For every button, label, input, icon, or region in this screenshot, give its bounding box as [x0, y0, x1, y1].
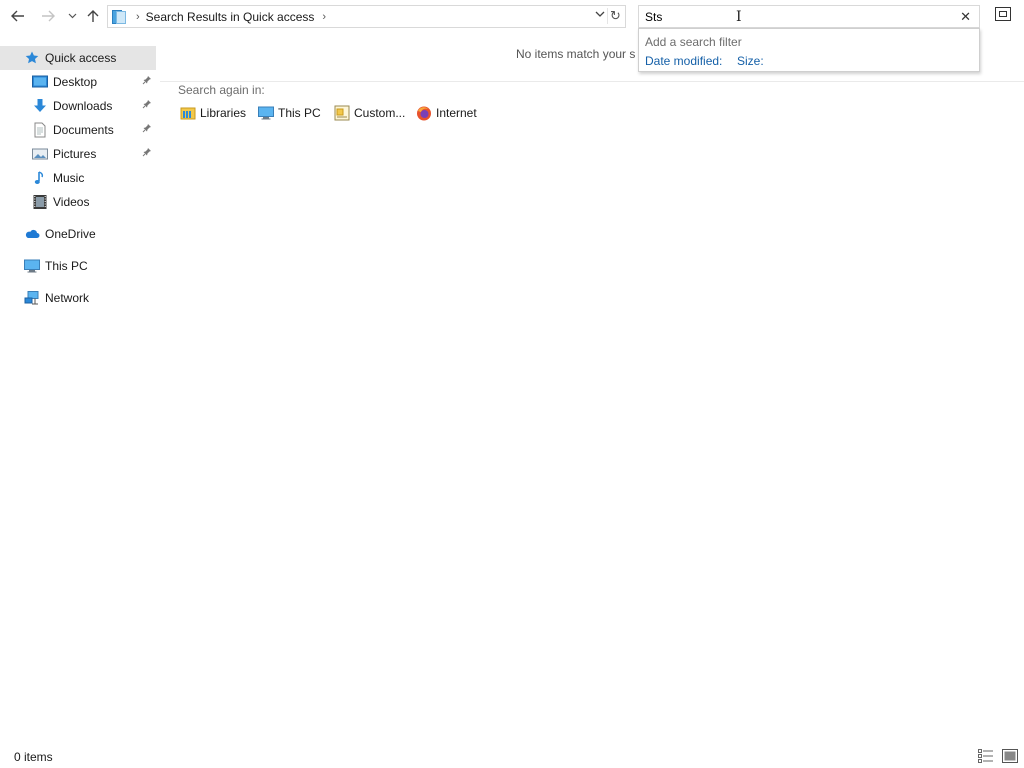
nav-item-downloads[interactable]: Downloads	[0, 94, 156, 118]
libraries-icon	[180, 105, 196, 121]
breadcrumb-separator-icon[interactable]: ›	[136, 11, 140, 23]
search-again-label: Search again in:	[178, 83, 265, 97]
clear-search-icon[interactable]: ✕	[960, 9, 971, 25]
document-icon	[32, 122, 48, 138]
nav-item-music[interactable]: Music	[0, 166, 156, 190]
search-filter-title: Add a search filter	[645, 35, 742, 49]
film-strip-icon	[32, 194, 48, 210]
search-results-folder-icon	[112, 9, 128, 24]
star-icon	[24, 50, 40, 66]
large-icons-view-icon[interactable]	[1002, 749, 1018, 763]
search-again-internet[interactable]: Internet	[416, 105, 477, 121]
address-bar[interactable]: › Search Results in Quick access › ↻	[107, 5, 626, 28]
search-input-value[interactable]: Sts	[645, 10, 662, 24]
item-count: 0 items	[14, 750, 53, 764]
pictures-icon	[32, 146, 48, 162]
search-input[interactable]: Sts I ✕	[638, 5, 980, 28]
search-again-item-label: This PC	[278, 106, 321, 120]
text-cursor-icon: I	[736, 9, 742, 25]
forward-arrow-icon[interactable]	[38, 6, 58, 26]
nav-label: Network	[45, 291, 90, 305]
nav-item-videos[interactable]: Videos	[0, 190, 156, 214]
firefox-icon	[416, 105, 432, 121]
nav-label: Videos	[53, 195, 90, 209]
nav-label: Music	[53, 171, 85, 185]
window-restore-icon[interactable]	[995, 7, 1013, 23]
network-icon	[24, 290, 40, 306]
nav-item-network[interactable]: Network	[0, 286, 156, 310]
back-arrow-icon[interactable]	[8, 6, 28, 26]
filter-date-modified[interactable]: Date modified:	[645, 54, 722, 68]
navigation-pane: Quick access Desktop Downloads Documents	[0, 46, 160, 736]
breadcrumb-chevron-icon[interactable]: ›	[322, 11, 326, 23]
cloud-icon	[24, 226, 40, 242]
nav-item-quick-access[interactable]: Quick access	[0, 46, 156, 70]
details-view-icon[interactable]	[978, 749, 994, 763]
divider	[160, 81, 1024, 82]
nav-label: Downloads	[53, 99, 113, 113]
search-again-libraries[interactable]: Libraries	[180, 105, 246, 121]
nav-label: Quick access	[45, 51, 117, 65]
refresh-icon[interactable]: ↻	[607, 8, 623, 24]
nav-label: Pictures	[53, 147, 97, 161]
pin-icon[interactable]	[142, 99, 152, 112]
nav-item-onedrive[interactable]: OneDrive	[0, 222, 156, 246]
nav-item-this-pc[interactable]: This PC	[0, 254, 156, 278]
search-again-item-label: Libraries	[200, 106, 247, 120]
computer-icon	[258, 105, 274, 121]
search-again-this-pc[interactable]: This PC	[258, 105, 321, 121]
nav-label: Documents	[53, 123, 114, 137]
nav-label: OneDrive	[45, 227, 96, 241]
address-dropdown-icon[interactable]	[595, 9, 605, 21]
pin-icon[interactable]	[142, 147, 152, 160]
recent-locations-chevron-icon[interactable]	[62, 6, 82, 26]
search-filter-popup: Add a search filter Date modified: Size:	[638, 28, 980, 72]
nav-label: This PC	[45, 259, 88, 273]
pin-icon[interactable]	[142, 123, 152, 136]
search-again-item-label: Custom...	[354, 106, 406, 120]
content-pane: No items match your s Search again in: L…	[160, 34, 1024, 736]
up-arrow-icon[interactable]	[83, 6, 103, 26]
nav-item-desktop[interactable]: Desktop	[0, 70, 156, 94]
download-arrow-icon	[32, 98, 48, 114]
empty-results-message: No items match your s	[516, 47, 636, 61]
breadcrumb[interactable]: Search Results in Quick access	[146, 10, 315, 24]
search-again-custom[interactable]: Custom...	[334, 105, 405, 121]
custom-folder-icon	[334, 105, 350, 121]
nav-item-documents[interactable]: Documents	[0, 118, 156, 142]
nav-label: Desktop	[53, 75, 98, 89]
desktop-icon	[32, 74, 48, 90]
music-note-icon	[32, 170, 48, 186]
pin-icon[interactable]	[142, 75, 152, 88]
search-again-item-label: Internet	[436, 106, 477, 120]
filter-size[interactable]: Size:	[737, 54, 764, 68]
nav-item-pictures[interactable]: Pictures	[0, 142, 156, 166]
computer-icon	[24, 258, 40, 274]
status-bar: 0 items	[0, 744, 1024, 768]
